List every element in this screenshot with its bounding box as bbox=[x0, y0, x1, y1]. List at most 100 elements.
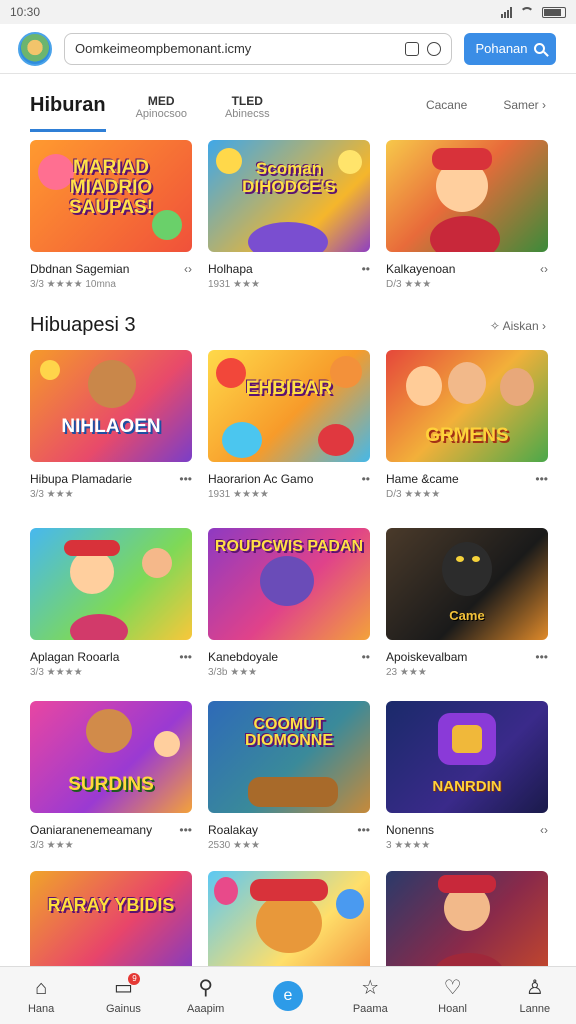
game-art-text: NIHLAOEN bbox=[61, 416, 161, 438]
game-thumbnail[interactable]: GRMENS bbox=[386, 350, 548, 462]
game-title: Apoiskevalbam bbox=[386, 650, 468, 664]
game-title: Hibupa Plamadarie bbox=[30, 472, 133, 486]
game-title: Holhapa bbox=[208, 262, 253, 276]
nav-label: Paama bbox=[352, 1002, 388, 1015]
tab-tled-title: TLED bbox=[231, 94, 263, 108]
game-rating: 2530 ★★★ bbox=[208, 840, 260, 851]
nav-item-likes[interactable]: ♡ Hoanl bbox=[418, 977, 488, 1015]
signal-icon bbox=[501, 6, 512, 18]
nav-item-games[interactable]: ▭ 9 Gainus bbox=[88, 972, 158, 1015]
section-title: Hibuapesi 3 bbox=[30, 314, 136, 336]
game-rating: 3 ★★★★ bbox=[386, 840, 431, 851]
game-card[interactable]: Kalkayenoan ‹› D/3 ★★★ bbox=[386, 140, 548, 290]
heart-icon: ♡ bbox=[443, 976, 462, 999]
game-title: Nonenns bbox=[386, 823, 435, 837]
game-rating: 3/3 ★★★★ 10mna bbox=[30, 279, 116, 290]
tab-med[interactable]: MED Apinocsoo bbox=[136, 82, 187, 120]
game-card[interactable]: Aplagan Rooarla ••• 3/3 ★★★★ bbox=[30, 528, 192, 678]
nav-label: Hoanl bbox=[438, 1002, 467, 1015]
game-thumbnail[interactable]: NANRDIN bbox=[386, 701, 548, 813]
game-thumbnail[interactable]: ROUPCWIS PADAN bbox=[208, 528, 370, 640]
game-art-text: Scoman DIHODCE'S bbox=[242, 159, 336, 196]
game-card[interactable]: EHBIBAR Haorarion Ac Gamo •• 1931 ★★★★ bbox=[208, 350, 370, 500]
nav-label: Lanne bbox=[519, 1002, 551, 1015]
game-title: Aplagan Rooarla bbox=[30, 650, 120, 664]
tab-switch-icon[interactable] bbox=[405, 41, 419, 56]
more-icon[interactable]: •• bbox=[362, 472, 370, 486]
status-bar: 10:30 bbox=[0, 0, 576, 24]
game-thumbnail[interactable]: SURDINS bbox=[30, 701, 192, 813]
game-card[interactable]: NANRDIN Nonenns ‹› 3 ★★★★ bbox=[386, 701, 548, 851]
game-thumbnail[interactable]: Came bbox=[386, 528, 548, 640]
tab-med-subtitle: Apinocsoo bbox=[135, 108, 187, 120]
tab-hiburan[interactable]: Hiburan bbox=[30, 82, 106, 132]
nav-item-favorites[interactable]: ☆ Paama bbox=[335, 977, 405, 1015]
game-card[interactable]: Scoman DIHODCE'S Holhapa •• 1931 ★★★ bbox=[208, 140, 370, 290]
game-thumbnail[interactable] bbox=[30, 528, 192, 640]
nav-item-home[interactable]: ⌂ Hana bbox=[6, 977, 76, 1015]
game-card[interactable]: Came Apoiskevalbam ••• 23 ★★★ bbox=[386, 528, 548, 678]
more-icon[interactable]: ••• bbox=[535, 650, 548, 664]
more-icon[interactable]: ••• bbox=[357, 823, 370, 837]
tab-tled[interactable]: TLED Abinecss bbox=[225, 82, 270, 120]
status-icons bbox=[501, 6, 566, 18]
game-art-text: NANRDIN bbox=[432, 778, 502, 796]
game-title: Kalkayenoan bbox=[386, 262, 456, 276]
game-art-text: COOMUT DIOMONNE bbox=[245, 715, 333, 750]
status-time: 10:30 bbox=[10, 5, 41, 19]
game-rating: 3/3b ★★★ bbox=[208, 667, 258, 678]
more-icon[interactable]: ••• bbox=[179, 650, 192, 664]
more-icon[interactable]: ‹› bbox=[540, 823, 548, 837]
game-card[interactable]: SURDINS Oaniaranenemeamany ••• 3/3 ★★★ bbox=[30, 701, 192, 851]
tab-tled-subtitle: Abinecss bbox=[224, 108, 270, 120]
game-row-2: NIHLAOEN Hibupa Plamadarie ••• 3/3 ★★★ EH… bbox=[30, 350, 548, 500]
nav-label: Gainus bbox=[105, 1002, 141, 1015]
nav-item-search[interactable]: ⚲ Aaapim bbox=[171, 977, 241, 1015]
user-icon: ♙ bbox=[525, 976, 544, 999]
refresh-icon[interactable] bbox=[427, 41, 441, 56]
search-button[interactable]: Pohanan bbox=[464, 32, 556, 65]
top-bar: Oomkeimeompbemonant.icmy Pohanan bbox=[0, 24, 576, 74]
game-row-4: SURDINS Oaniaranenemeamany ••• 3/3 ★★★ CO… bbox=[30, 701, 548, 851]
game-rating: 3/3 ★★★ bbox=[30, 840, 74, 851]
game-rating: 23 ★★★ bbox=[386, 667, 427, 678]
game-rating: 3/3 ★★★ bbox=[30, 489, 74, 500]
game-art-text: EHBIBAR bbox=[245, 378, 333, 400]
url-field[interactable]: Oomkeimeompbemonant.icmy bbox=[64, 32, 452, 65]
nav-item-browser[interactable]: e bbox=[253, 980, 323, 1011]
game-row-1: MARIAD MIADRIO SAUPAS! Dbdnan Sagemian ‹›… bbox=[30, 140, 548, 290]
game-title: Roalakay bbox=[208, 823, 259, 837]
nav-label: Hana bbox=[27, 1002, 55, 1015]
nav-item-profile[interactable]: ♙ Lanne bbox=[500, 977, 570, 1015]
game-card[interactable]: COOMUT DIOMONNE Roalakay ••• 2530 ★★★ bbox=[208, 701, 370, 851]
game-thumbnail[interactable]: COOMUT DIOMONNE bbox=[208, 701, 370, 813]
more-icon[interactable]: •• bbox=[362, 650, 370, 664]
game-card[interactable]: MARIAD MIADRIO SAUPAS! Dbdnan Sagemian ‹›… bbox=[30, 140, 192, 290]
avatar[interactable] bbox=[18, 31, 52, 66]
more-icon[interactable]: ••• bbox=[179, 472, 192, 486]
game-thumbnail[interactable]: EHBIBAR bbox=[208, 350, 370, 462]
game-thumbnail[interactable] bbox=[386, 140, 548, 252]
game-thumbnail[interactable]: Scoman DIHODCE'S bbox=[208, 140, 370, 252]
game-thumbnail[interactable]: MARIAD MIADRIO SAUPAS! bbox=[30, 140, 192, 252]
game-thumbnail[interactable]: NIHLAOEN bbox=[30, 350, 192, 462]
tab-link-samer[interactable]: Samer › bbox=[503, 98, 546, 112]
game-card[interactable]: ROUPCWIS PADAN Kanebdoyale •• 3/3b ★★★ bbox=[208, 528, 370, 678]
more-icon[interactable]: ‹› bbox=[540, 262, 548, 276]
more-icon[interactable]: ‹› bbox=[184, 262, 192, 276]
home-icon: ⌂ bbox=[35, 976, 48, 999]
more-icon[interactable]: ••• bbox=[179, 823, 192, 837]
star-icon: ☆ bbox=[361, 976, 380, 999]
more-icon[interactable]: •• bbox=[362, 262, 370, 276]
tab-right-links: Cacane Samer › bbox=[426, 82, 546, 112]
nav-label: Aaapim bbox=[187, 1002, 225, 1015]
more-icon[interactable]: ••• bbox=[535, 472, 548, 486]
game-rating: 3/3 ★★★★ bbox=[30, 667, 83, 678]
see-all-link[interactable]: ✧ Aiskan › bbox=[490, 319, 546, 333]
game-card[interactable]: NIHLAOEN Hibupa Plamadarie ••• 3/3 ★★★ bbox=[30, 350, 192, 500]
notification-badge: 9 bbox=[128, 972, 141, 985]
tab-link-cacane[interactable]: Cacane bbox=[426, 98, 467, 112]
game-title: Oaniaranenemeamany bbox=[30, 823, 153, 837]
wifi-icon bbox=[520, 7, 534, 17]
game-card[interactable]: GRMENS Hame &came ••• D/3 ★★★★ bbox=[386, 350, 548, 500]
